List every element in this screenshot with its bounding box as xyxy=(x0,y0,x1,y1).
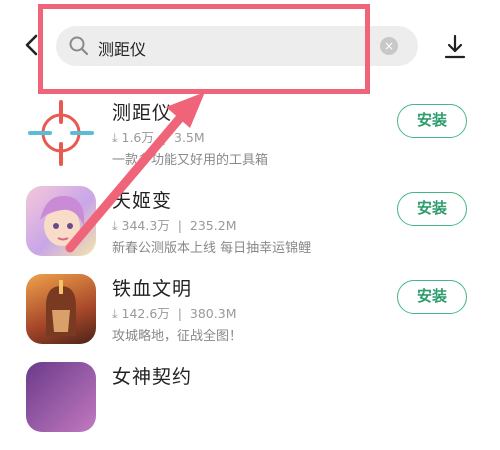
app-name[interactable]: 测距仪 xyxy=(112,98,172,125)
app-name[interactable]: 女神契约 xyxy=(112,362,192,389)
anime-character-icon xyxy=(40,195,85,246)
app-meta: ⤓ 344.3万 | 235.2M xyxy=(112,218,237,233)
clear-search-icon[interactable]: × xyxy=(380,37,398,55)
download-icon[interactable] xyxy=(440,32,470,62)
app-row-rangefinder[interactable]: 测距仪 ⤓ 1.6万 | 3.5M 一款多功能又好用的工具箱 安装 xyxy=(0,98,500,186)
app-description: 新春公测版本上线 每日抽幸运锦鲤 xyxy=(112,241,312,256)
crosshair-icon xyxy=(28,100,94,166)
app-description: 一款多功能又好用的工具箱 xyxy=(112,153,269,168)
app-meta: ⤓ 142.6万 | 380.3M xyxy=(112,306,237,321)
app-name[interactable]: 天姬变 xyxy=(112,186,172,213)
rangefinder-app-icon xyxy=(26,98,96,168)
tiexuewenming-app-icon xyxy=(26,274,96,344)
install-button[interactable]: 安装 xyxy=(397,192,467,226)
app-description: 攻城略地，征战全图！ xyxy=(112,329,243,344)
app-name[interactable]: 铁血文明 xyxy=(112,274,192,301)
app-row-nvshenqiyue[interactable]: 女神契约 xyxy=(0,362,500,450)
app-meta: ⤓ 1.6万 | 3.5M xyxy=(112,130,205,145)
tianjibian-app-icon xyxy=(26,186,96,256)
install-button[interactable]: 安装 xyxy=(397,280,467,314)
helmet-icon xyxy=(46,280,76,336)
app-row-tiexuewenming[interactable]: 铁血文明 ⤓ 142.6万 | 380.3M 攻城略地，征战全图！ 安装 xyxy=(0,274,500,362)
install-button[interactable]: 安装 xyxy=(397,104,467,138)
app-row-tianjibian[interactable]: 天姬变 ⤓ 344.3万 | 235.2M 新春公测版本上线 每日抽幸运锦鲤 安… xyxy=(0,186,500,274)
nvshenqiyue-app-icon xyxy=(26,362,96,432)
highlight-box xyxy=(38,4,370,94)
